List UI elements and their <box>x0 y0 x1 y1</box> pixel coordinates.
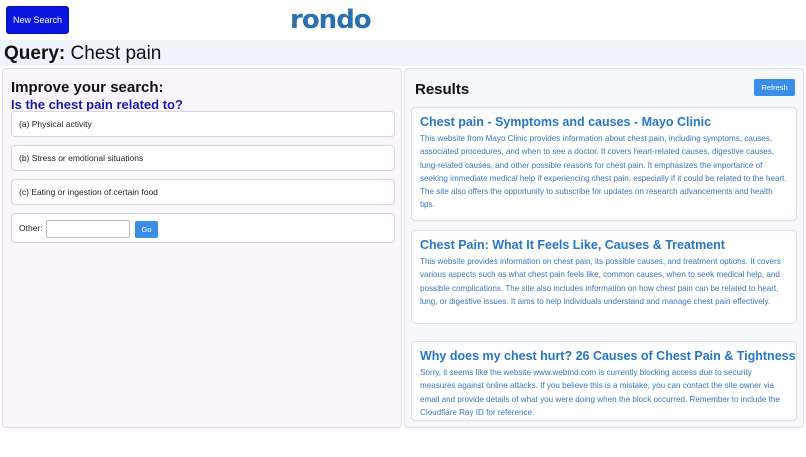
improve-search-panel: Improve your search: Is the chest pain r… <box>2 68 402 428</box>
query-text: Chest pain <box>70 43 162 64</box>
refresh-button[interactable]: Refresh <box>754 79 795 96</box>
result-description: This website provides information on che… <box>420 257 781 306</box>
improve-search-title: Improve your search: <box>11 79 164 96</box>
other-input[interactable] <box>46 220 130 238</box>
option-label: (a) Physical activity <box>19 119 92 129</box>
query-heading: Query: Chest pain <box>4 43 161 65</box>
result-title-link[interactable]: Why does my chest hurt? 26 Causes of Che… <box>420 348 796 364</box>
results-panel: Results Refresh Chest pain - Symptoms an… <box>404 68 804 428</box>
option-label: (c) Eating or ingestion of certain food <box>19 187 158 197</box>
result-title-link[interactable]: Chest pain - Symptoms and causes - Mayo … <box>420 114 788 130</box>
result-title-link[interactable]: Chest Pain: What It Feels Like, Causes &… <box>420 237 788 253</box>
other-label: Other: <box>19 223 43 233</box>
option-stress[interactable]: (b) Stress or emotional situations <box>11 145 395 171</box>
option-physical-activity[interactable]: (a) Physical activity <box>11 111 395 137</box>
result-description: Sorry, it seems like the website www.web… <box>420 368 780 417</box>
result-description: This website from Mayo Clinic provides i… <box>420 134 787 210</box>
results-title: Results <box>415 81 470 98</box>
rondo-logo: rondo <box>290 5 372 35</box>
query-label: Query: <box>4 43 66 64</box>
result-card: Why does my chest hurt? 26 Causes of Che… <box>411 341 797 421</box>
top-bar: New Search rondo <box>0 0 806 40</box>
other-option-row: Other: Go <box>11 213 395 243</box>
result-card: Chest pain - Symptoms and causes - Mayo … <box>411 107 797 221</box>
logo-text: rondo <box>290 5 372 35</box>
go-button[interactable]: Go <box>135 221 158 238</box>
option-label: (b) Stress or emotional situations <box>19 153 144 163</box>
new-search-button[interactable]: New Search <box>6 6 69 34</box>
option-food[interactable]: (c) Eating or ingestion of certain food <box>11 179 395 205</box>
result-card: Chest Pain: What It Feels Like, Causes &… <box>411 230 797 324</box>
refine-question: Is the chest pain related to? <box>11 97 183 112</box>
